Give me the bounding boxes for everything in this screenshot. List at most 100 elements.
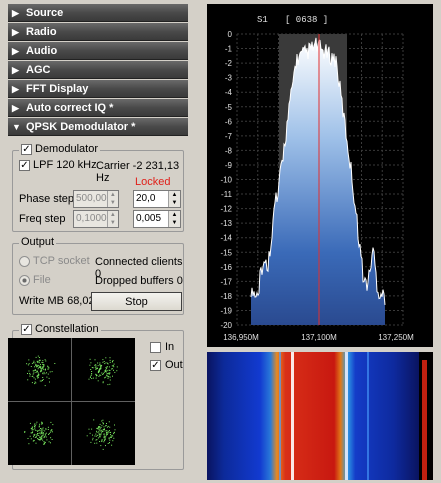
up-arrow-icon[interactable]: ▲	[169, 211, 180, 219]
constellation-point	[34, 383, 36, 385]
in-checkbox-row[interactable]: In	[150, 341, 174, 353]
up-arrow-icon[interactable]: ▲	[169, 191, 180, 199]
constellation-point	[100, 432, 102, 434]
constellation-point	[100, 430, 102, 432]
constellation-point	[43, 442, 45, 444]
constellation-point	[105, 357, 107, 359]
constellation-point	[103, 436, 105, 438]
constellation-point	[27, 364, 29, 366]
constellation-point	[45, 428, 47, 430]
expand-arrow-icon: ▶	[12, 45, 19, 56]
constellation-point	[90, 369, 92, 370]
lpf-row[interactable]: ✓ LPF 120 kHz	[19, 159, 97, 171]
constellation-point	[36, 430, 38, 432]
constellation-point	[105, 425, 107, 426]
constellation-point	[102, 373, 104, 375]
demodulator-checkbox-row[interactable]: ✓ Demodulator	[19, 143, 100, 155]
constellation-point	[111, 361, 113, 363]
y-tick-label: -15	[220, 248, 232, 257]
constellation-point	[102, 422, 104, 424]
constellation-point	[105, 432, 107, 434]
constellation-point	[105, 371, 106, 373]
constellation-point	[46, 372, 47, 374]
constellation-point	[89, 432, 91, 434]
out-checkbox-row[interactable]: ✓ Out	[150, 359, 183, 371]
constellation-point	[40, 367, 41, 369]
constellation-point	[32, 431, 34, 433]
menu-agc[interactable]: ▶ AGC	[8, 61, 188, 79]
constellation-point	[91, 428, 93, 430]
constellation-point	[109, 383, 111, 385]
constellation-point	[35, 364, 37, 365]
constellation-point	[37, 376, 39, 378]
menu-qpsk-demodulator[interactable]: ▼ QPSK Demodulator *	[8, 118, 188, 136]
down-arrow-icon[interactable]: ▼	[169, 199, 180, 207]
constellation-point	[96, 374, 98, 376]
constellation-point	[101, 429, 103, 431]
down-arrow-icon[interactable]: ▼	[169, 219, 180, 227]
constellation-point	[36, 366, 37, 368]
phase-step-stepper[interactable]: 20,0 ▲ ▼	[133, 190, 181, 208]
menu-audio[interactable]: ▶ Audio	[8, 42, 188, 60]
freq-step-stepper[interactable]: 0,005 ▲ ▼	[133, 210, 181, 228]
constellation-point	[34, 366, 36, 368]
constellation-point	[99, 365, 101, 367]
out-checkbox[interactable]: ✓	[150, 359, 161, 371]
constellation-point	[37, 374, 39, 376]
constellation-point	[106, 423, 107, 424]
constellation-point	[47, 368, 49, 370]
constellation-point	[34, 426, 36, 428]
menu-radio[interactable]: ▶ Radio	[8, 23, 188, 41]
constellation-point	[47, 429, 49, 430]
y-tick-label: -13	[220, 219, 232, 228]
constellation-point	[108, 421, 110, 423]
y-tick-label: -9	[225, 161, 233, 170]
write-mb: Write MB 68,02	[19, 295, 95, 307]
constellation-point	[103, 371, 105, 373]
constellation-point	[89, 364, 91, 366]
demodulator-checkbox[interactable]: ✓	[21, 143, 32, 155]
constellation-point	[41, 432, 43, 433]
y-tick-label: -20	[220, 321, 232, 330]
constellation-point	[111, 368, 113, 370]
constellation-point	[101, 425, 103, 427]
constellation-point	[48, 441, 50, 443]
constellation-point	[44, 433, 46, 435]
in-checkbox[interactable]	[150, 341, 161, 353]
constellation-point	[47, 373, 49, 375]
constellation-point	[42, 432, 44, 434]
stop-button[interactable]: Stop	[91, 292, 182, 311]
constellation-point	[99, 368, 101, 369]
constellation-point	[31, 429, 33, 431]
constellation-point	[89, 358, 91, 360]
constellation-point	[113, 432, 115, 434]
lpf-checkbox[interactable]: ✓	[19, 159, 30, 171]
constellation-checkbox-row[interactable]: ✓ Constellation	[19, 323, 101, 335]
constellation-point	[112, 365, 114, 367]
constellation-point	[44, 373, 46, 375]
constellation-point	[36, 421, 38, 423]
menu-source[interactable]: ▶ Source	[8, 4, 188, 22]
constellation-point	[114, 424, 115, 426]
constellation-point	[110, 436, 112, 438]
constellation-point	[106, 373, 108, 375]
constellation-point	[116, 370, 118, 372]
constellation-point	[105, 376, 107, 378]
constellation-point	[34, 378, 36, 380]
constellation-point	[98, 375, 100, 377]
menu-auto-correct-iq[interactable]: ▶ Auto correct IQ *	[8, 99, 188, 117]
constellation-point	[102, 419, 104, 421]
constellation-point	[96, 442, 98, 444]
constellation-point	[50, 437, 52, 439]
constellation-point	[38, 360, 40, 362]
constellation-checkbox[interactable]: ✓	[21, 323, 32, 335]
constellation-point	[41, 423, 43, 425]
menu-fft-display[interactable]: ▶ FFT Display	[8, 80, 188, 98]
spectrum-panel: 0 -1 -2 -3 -4 -5 -6 -7 -8 -9 -10 -11 -12 -13 -14 -15 -16…	[207, 4, 433, 347]
constellation-point	[44, 385, 46, 387]
constellation-point	[90, 441, 92, 443]
constellation-point	[29, 372, 31, 374]
constellation-point	[34, 381, 36, 383]
up-arrow-icon: ▲	[107, 211, 118, 219]
constellation-point	[42, 360, 44, 362]
